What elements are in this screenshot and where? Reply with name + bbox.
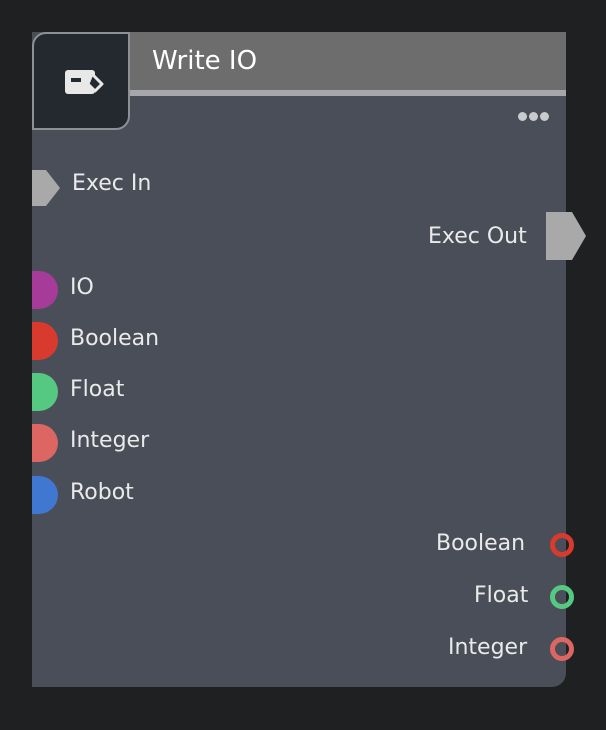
exec-out-label: Exec Out [428, 224, 527, 249]
node-title: Write IO [152, 46, 258, 76]
write-node-icon [65, 70, 104, 94]
output-label-boolean: Boolean [436, 531, 526, 556]
header-divider [130, 90, 566, 96]
exec-in-pin[interactable] [32, 170, 60, 206]
exec-out-pin[interactable] [546, 212, 586, 260]
input-pin-float[interactable] [32, 373, 58, 411]
output-label-integer: Integer [448, 635, 528, 660]
output-label-float: Float [474, 583, 529, 608]
output-pin-float[interactable] [550, 585, 574, 609]
input-pin-robot[interactable] [32, 476, 58, 514]
input-label-float: Float [70, 377, 125, 402]
input-label-integer: Integer [70, 428, 150, 453]
output-pin-integer[interactable] [550, 637, 574, 661]
input-label-robot: Robot [70, 480, 134, 505]
input-label-io: IO [70, 275, 94, 300]
input-pin-boolean[interactable] [32, 322, 58, 360]
write-io-node[interactable]: Write IO Exec In Exec Out IO Boolean Flo… [32, 32, 586, 687]
output-pin-boolean[interactable] [550, 533, 574, 557]
more-dots-icon[interactable] [518, 106, 554, 122]
exec-in-label: Exec In [72, 171, 152, 196]
input-label-boolean: Boolean [70, 326, 160, 351]
node-icon-box [32, 32, 130, 130]
input-pin-io[interactable] [32, 271, 58, 309]
input-pin-integer[interactable] [32, 424, 58, 462]
